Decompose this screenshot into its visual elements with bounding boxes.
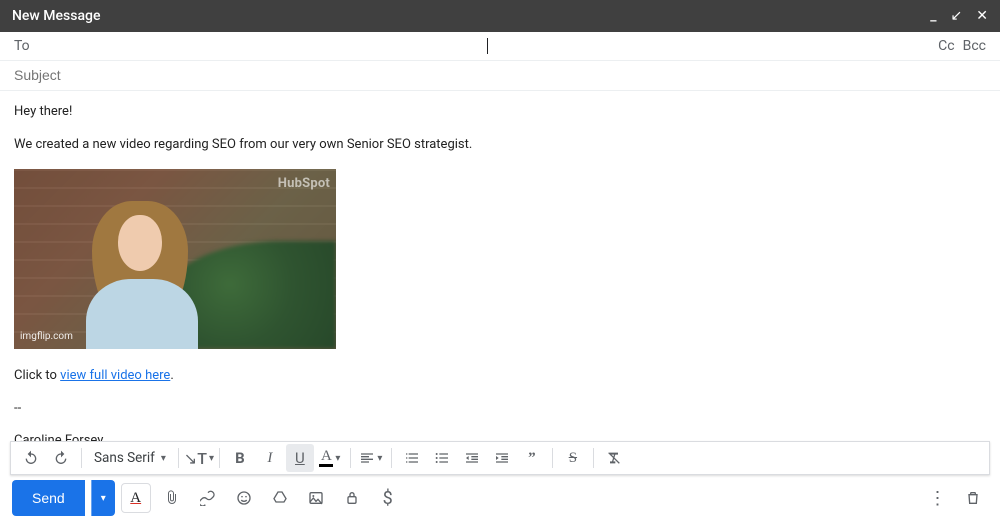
image-icon xyxy=(308,490,324,506)
chevron-down-icon: ▾ xyxy=(377,453,382,464)
to-input[interactable] xyxy=(36,38,486,54)
text-cursor xyxy=(487,38,488,54)
link-icon xyxy=(200,490,216,506)
close-icon[interactable]: ✕ xyxy=(976,9,988,23)
body-greeting: Hey there! xyxy=(14,103,986,122)
chevron-down-icon: ▾ xyxy=(209,453,214,464)
body-cta: Click to view full video here. xyxy=(14,367,986,386)
discard-draft-button[interactable] xyxy=(958,483,988,513)
drive-icon xyxy=(272,490,288,506)
insert-emoji-button[interactable] xyxy=(229,483,259,513)
chevron-down-icon: ▾ xyxy=(335,453,340,464)
window-title: New Message xyxy=(12,8,100,24)
brand-watermark: HubSpot xyxy=(278,175,330,194)
font-family-select[interactable]: Sans Serif ▾ xyxy=(88,450,172,466)
text-color-button[interactable]: A ▾ xyxy=(316,444,344,472)
insert-money-button[interactable]: $ xyxy=(373,483,403,513)
indent-less-icon xyxy=(464,450,480,466)
chevron-down-icon: ▾ xyxy=(161,453,166,464)
redo-icon xyxy=(53,450,69,466)
lock-clock-icon xyxy=(344,490,360,506)
video-link[interactable]: view full video here xyxy=(60,368,170,383)
formatting-options-button[interactable]: A xyxy=(121,483,151,513)
bold-button[interactable]: B xyxy=(226,444,254,472)
format-toolbar: Sans Serif ▾ ↘T ▾ B I U A ▾ ▾ ” S xyxy=(10,441,990,475)
action-bar: Send ▾ A $ ⋮ xyxy=(0,475,1000,521)
send-button[interactable]: Send xyxy=(12,480,85,516)
paperclip-icon xyxy=(164,490,180,506)
numbered-list-button[interactable] xyxy=(398,444,426,472)
trash-icon xyxy=(965,490,981,506)
bulleted-list-icon xyxy=(434,450,450,466)
clear-format-icon xyxy=(606,450,622,466)
numbered-list-icon xyxy=(404,450,420,466)
strikethrough-button[interactable]: S xyxy=(559,444,587,472)
underline-button[interactable]: U xyxy=(286,444,314,472)
cta-suffix: . xyxy=(170,368,173,383)
bcc-button[interactable]: Bcc xyxy=(963,38,986,54)
insert-drive-button[interactable] xyxy=(265,483,295,513)
bulleted-list-button[interactable] xyxy=(428,444,456,472)
indent-less-button[interactable] xyxy=(458,444,486,472)
to-label: To xyxy=(14,38,30,54)
font-size-button[interactable]: ↘T ▾ xyxy=(185,444,213,472)
align-button[interactable]: ▾ xyxy=(357,444,385,472)
compose-body[interactable]: Hey there! We created a new video regard… xyxy=(0,91,1000,441)
font-size-icon: ↘T xyxy=(184,449,207,468)
confidential-mode-button[interactable] xyxy=(337,483,367,513)
cc-button[interactable]: Cc xyxy=(938,38,954,54)
body-line1: We created a new video regarding SEO fro… xyxy=(14,136,986,155)
more-options-button[interactable]: ⋮ xyxy=(922,483,952,513)
send-options-button[interactable]: ▾ xyxy=(91,480,115,516)
undo-icon xyxy=(23,450,39,466)
attach-file-button[interactable] xyxy=(157,483,187,513)
signature-separator: -- xyxy=(14,400,986,419)
remove-formatting-button[interactable] xyxy=(600,444,628,472)
signature-name: Caroline Forsey xyxy=(14,432,986,441)
undo-button[interactable] xyxy=(17,444,45,472)
minimize-icon[interactable]: _ xyxy=(930,9,936,23)
indent-more-icon xyxy=(494,450,510,466)
insert-link-button[interactable] xyxy=(193,483,223,513)
cta-prefix: Click to xyxy=(14,368,60,383)
video-thumbnail[interactable]: HubSpot imgflip.com xyxy=(14,169,336,349)
text-color-icon: A xyxy=(319,449,333,467)
popout-icon[interactable]: ↙ xyxy=(951,9,963,23)
source-watermark: imgflip.com xyxy=(20,330,73,345)
align-left-icon xyxy=(359,450,375,466)
emoji-icon xyxy=(236,490,252,506)
insert-photo-button[interactable] xyxy=(301,483,331,513)
subject-input[interactable] xyxy=(14,67,986,83)
redo-button[interactable] xyxy=(47,444,75,472)
quote-button[interactable]: ” xyxy=(518,444,546,472)
indent-more-button[interactable] xyxy=(488,444,516,472)
italic-button[interactable]: I xyxy=(256,444,284,472)
font-family-label: Sans Serif xyxy=(94,450,155,466)
